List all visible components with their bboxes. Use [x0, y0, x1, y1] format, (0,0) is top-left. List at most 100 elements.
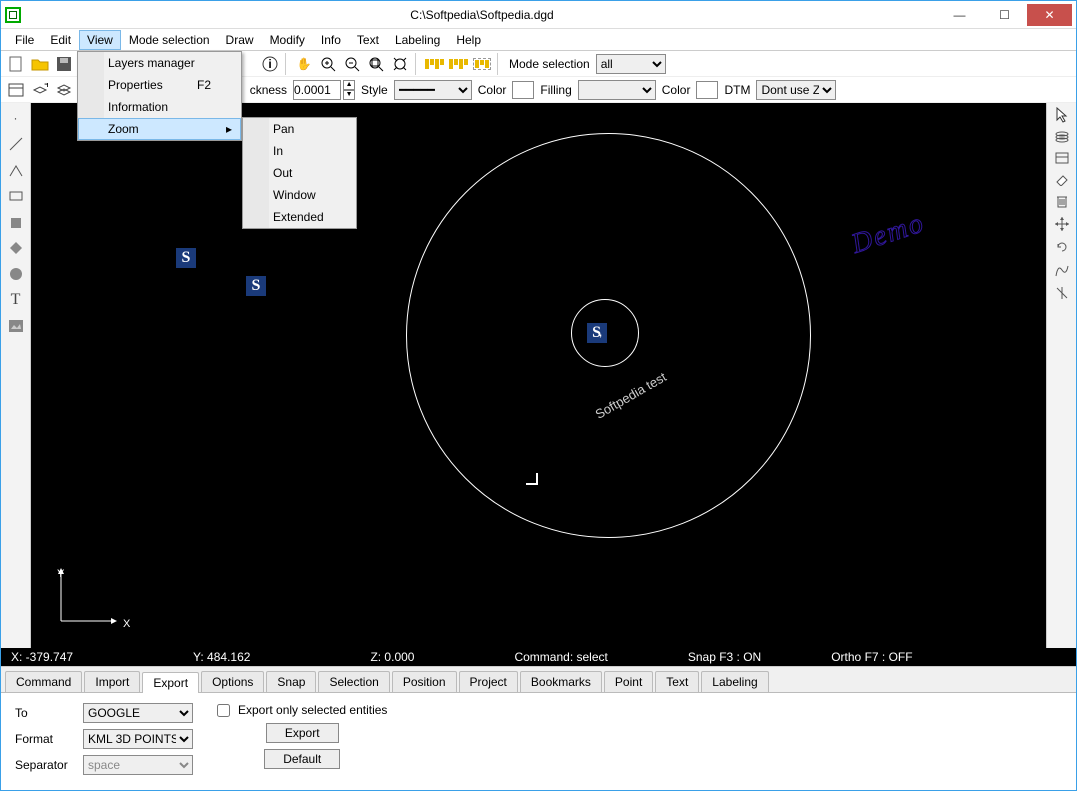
export-format-dropdown[interactable]: KML 3D POINTS	[83, 729, 193, 749]
export-button[interactable]: Export	[266, 723, 339, 743]
menu-modify[interactable]: Modify	[262, 30, 313, 50]
dtm-dropdown[interactable]: Dont use Z	[756, 80, 836, 100]
polyline-tool-icon[interactable]	[5, 159, 27, 181]
tab-options[interactable]: Options	[201, 671, 264, 692]
diamond-tool-icon[interactable]	[5, 237, 27, 259]
maximize-button[interactable]: ☐	[982, 4, 1027, 26]
circle-tool-icon[interactable]	[5, 263, 27, 285]
tab-point[interactable]: Point	[604, 671, 653, 692]
menu-edit[interactable]: Edit	[42, 30, 79, 50]
image-tool-icon[interactable]	[5, 315, 27, 337]
layer-icon2[interactable]	[53, 79, 75, 101]
tab-snap[interactable]: Snap	[266, 671, 316, 692]
thickness-down[interactable]: ▼	[343, 90, 355, 100]
drawing-canvas[interactable]: S S S, Softpedia test Demo Y X	[31, 103, 1046, 648]
export-to-dropdown[interactable]: GOOGLE	[83, 703, 193, 723]
menu-help[interactable]: Help	[448, 30, 489, 50]
default-button[interactable]: Default	[264, 749, 340, 769]
add-layer-icon[interactable]: +	[29, 79, 51, 101]
new-file-icon[interactable]	[5, 53, 27, 75]
history-icon[interactable]	[1054, 151, 1070, 168]
trash-icon[interactable]	[1055, 193, 1069, 212]
tab-export[interactable]: Export	[142, 672, 199, 693]
line-style-dropdown[interactable]: ━━━━━	[394, 80, 472, 100]
tab-text[interactable]: Text	[655, 671, 699, 692]
export-panel: To GOOGLE Format KML 3D POINTS Separator…	[1, 693, 1076, 785]
ruler3-icon[interactable]	[471, 53, 493, 75]
zoom-window-icon[interactable]	[365, 53, 387, 75]
tab-labeling[interactable]: Labeling	[701, 671, 768, 692]
ruler2-icon[interactable]	[447, 53, 469, 75]
line-tool-icon[interactable]	[5, 133, 27, 155]
zoom-in-icon[interactable]	[317, 53, 339, 75]
bottom-tabs: Command Import Export Options Snap Selec…	[1, 667, 1076, 693]
menu-info[interactable]: Info	[313, 30, 349, 50]
fill-color-label: Color	[658, 83, 695, 97]
layout-icon[interactable]	[5, 79, 27, 101]
zoom-out-icon[interactable]	[341, 53, 363, 75]
export-selected-checkbox[interactable]	[217, 704, 230, 717]
zoom-in[interactable]: In	[243, 140, 356, 162]
zoom-extended[interactable]: Extended	[243, 206, 356, 228]
view-layers-manager[interactable]: Layers manager	[78, 52, 241, 74]
view-properties[interactable]: PropertiesF2	[78, 74, 241, 96]
view-information[interactable]: Information	[78, 96, 241, 118]
open-file-icon[interactable]	[29, 53, 51, 75]
status-bar: X: -379.747 Y: 484.162 Z: 0.000 Command:…	[1, 648, 1076, 666]
cursor-icon[interactable]	[1055, 107, 1069, 126]
axis-x-label: X	[123, 618, 130, 630]
color-label: Color	[474, 83, 511, 97]
close-button[interactable]: ✕	[1027, 4, 1072, 26]
status-ortho: Ortho F7 : OFF	[831, 650, 912, 664]
zoom-out[interactable]: Out	[243, 162, 356, 184]
filling-label: Filling	[536, 83, 575, 97]
rectangle-tool-icon[interactable]	[5, 185, 27, 207]
status-command: Command: select	[514, 650, 607, 664]
tab-import[interactable]: Import	[84, 671, 140, 692]
menu-labeling[interactable]: Labeling	[387, 30, 448, 50]
tab-position[interactable]: Position	[392, 671, 457, 692]
menu-file[interactable]: File	[7, 30, 42, 50]
view-dropdown-menu: Layers manager PropertiesF2 Information …	[77, 51, 242, 141]
tab-command[interactable]: Command	[5, 671, 82, 692]
polygon-tool-icon[interactable]	[5, 211, 27, 233]
point-tool-icon[interactable]: ·	[5, 107, 27, 129]
zoom-extents-icon[interactable]	[389, 53, 411, 75]
thickness-input[interactable]	[293, 80, 341, 100]
mode-selection-dropdown[interactable]: all	[596, 54, 666, 74]
split-icon[interactable]	[1054, 285, 1070, 304]
eraser-icon[interactable]	[1054, 172, 1070, 189]
export-separator-dropdown[interactable]: space	[83, 755, 193, 775]
svg-text:i: i	[268, 57, 271, 71]
ruler1-icon[interactable]	[423, 53, 445, 75]
save-icon[interactable]	[53, 53, 75, 75]
marker-s-1: S	[176, 248, 196, 268]
path-tool-icon[interactable]	[1054, 262, 1070, 281]
tab-bookmarks[interactable]: Bookmarks	[520, 671, 602, 692]
right-toolbar	[1046, 103, 1076, 648]
menu-text[interactable]: Text	[349, 30, 387, 50]
info-icon[interactable]: i	[259, 53, 281, 75]
view-zoom[interactable]: Zoom▸	[78, 118, 241, 140]
zoom-window[interactable]: Window	[243, 184, 356, 206]
svg-text:+: +	[44, 83, 48, 91]
filling-dropdown[interactable]	[578, 80, 656, 100]
menu-mode-selection[interactable]: Mode selection	[121, 30, 218, 50]
marker-s-2: S	[246, 276, 266, 296]
layers-side-icon[interactable]	[1054, 130, 1070, 147]
fill-color-swatch[interactable]	[696, 81, 718, 99]
text-tool-icon[interactable]: T	[5, 289, 27, 311]
thickness-up[interactable]: ▲	[343, 80, 355, 90]
tab-project[interactable]: Project	[459, 671, 518, 692]
line-color-swatch[interactable]	[512, 81, 534, 99]
menu-draw[interactable]: Draw	[218, 30, 262, 50]
menu-view[interactable]: View	[79, 30, 121, 50]
zoom-pan[interactable]: Pan	[243, 118, 356, 140]
move-icon[interactable]	[1054, 216, 1070, 235]
export-separator-label: Separator	[15, 758, 75, 772]
rotate-icon[interactable]	[1054, 239, 1070, 258]
tab-selection[interactable]: Selection	[318, 671, 389, 692]
marker-s-3: S,	[587, 323, 607, 343]
minimize-button[interactable]: —	[937, 4, 982, 26]
pan-hand-icon[interactable]: ✋	[293, 53, 315, 75]
